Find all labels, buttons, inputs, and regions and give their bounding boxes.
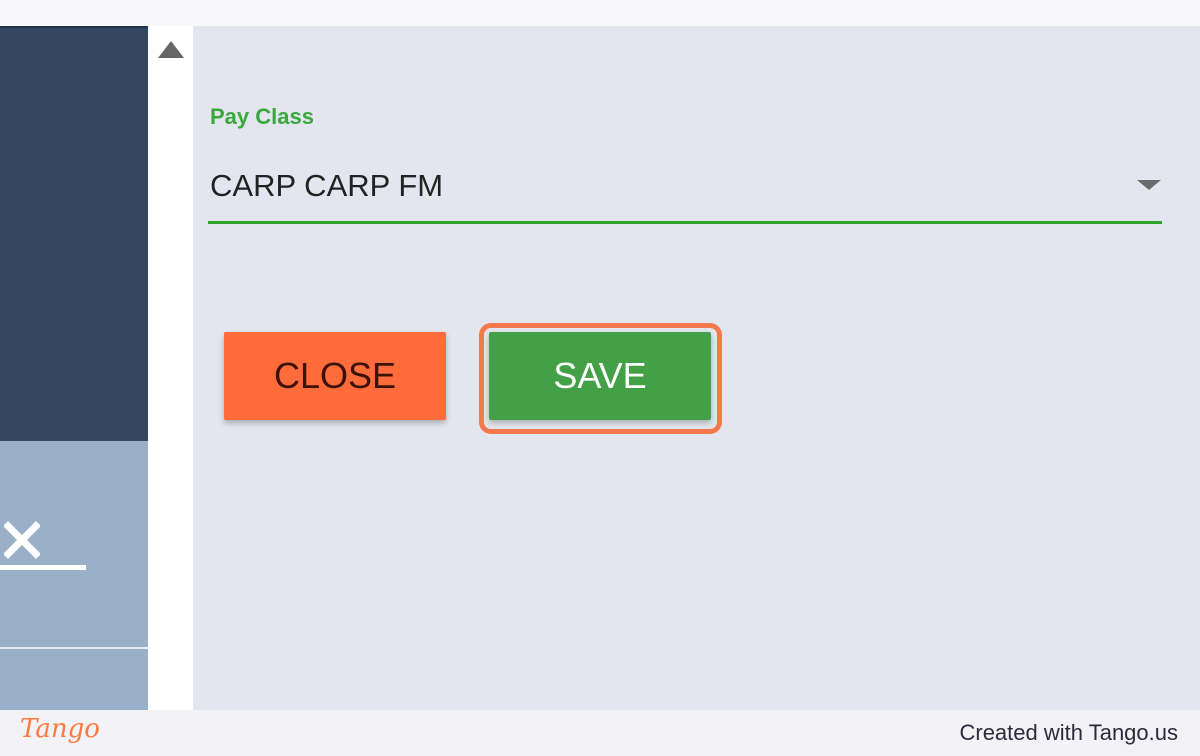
screenshot-frame: Pay Class CARP CARP FM CLOSE SAVE Tango …	[0, 0, 1200, 756]
sidebar-dark-panel	[0, 26, 148, 442]
scrollbar-track[interactable]	[148, 26, 193, 710]
tango-logo: Tango	[20, 714, 100, 744]
close-icon[interactable]	[3, 520, 41, 560]
close-icon-underline	[0, 565, 86, 570]
sidebar-panel-item-lower[interactable]	[0, 649, 148, 710]
top-strip	[0, 0, 1200, 26]
pay-class-value: CARP CARP FM	[210, 168, 444, 203]
scroll-up-arrow-icon[interactable]	[156, 38, 186, 60]
pay-class-select[interactable]: CARP CARP FM	[208, 160, 1162, 224]
footer-credit: Created with Tango.us	[959, 720, 1178, 745]
save-button[interactable]: SAVE	[489, 332, 711, 420]
close-button[interactable]: CLOSE	[224, 332, 446, 420]
chevron-down-icon	[1136, 178, 1162, 192]
pay-class-label: Pay Class	[210, 104, 314, 129]
